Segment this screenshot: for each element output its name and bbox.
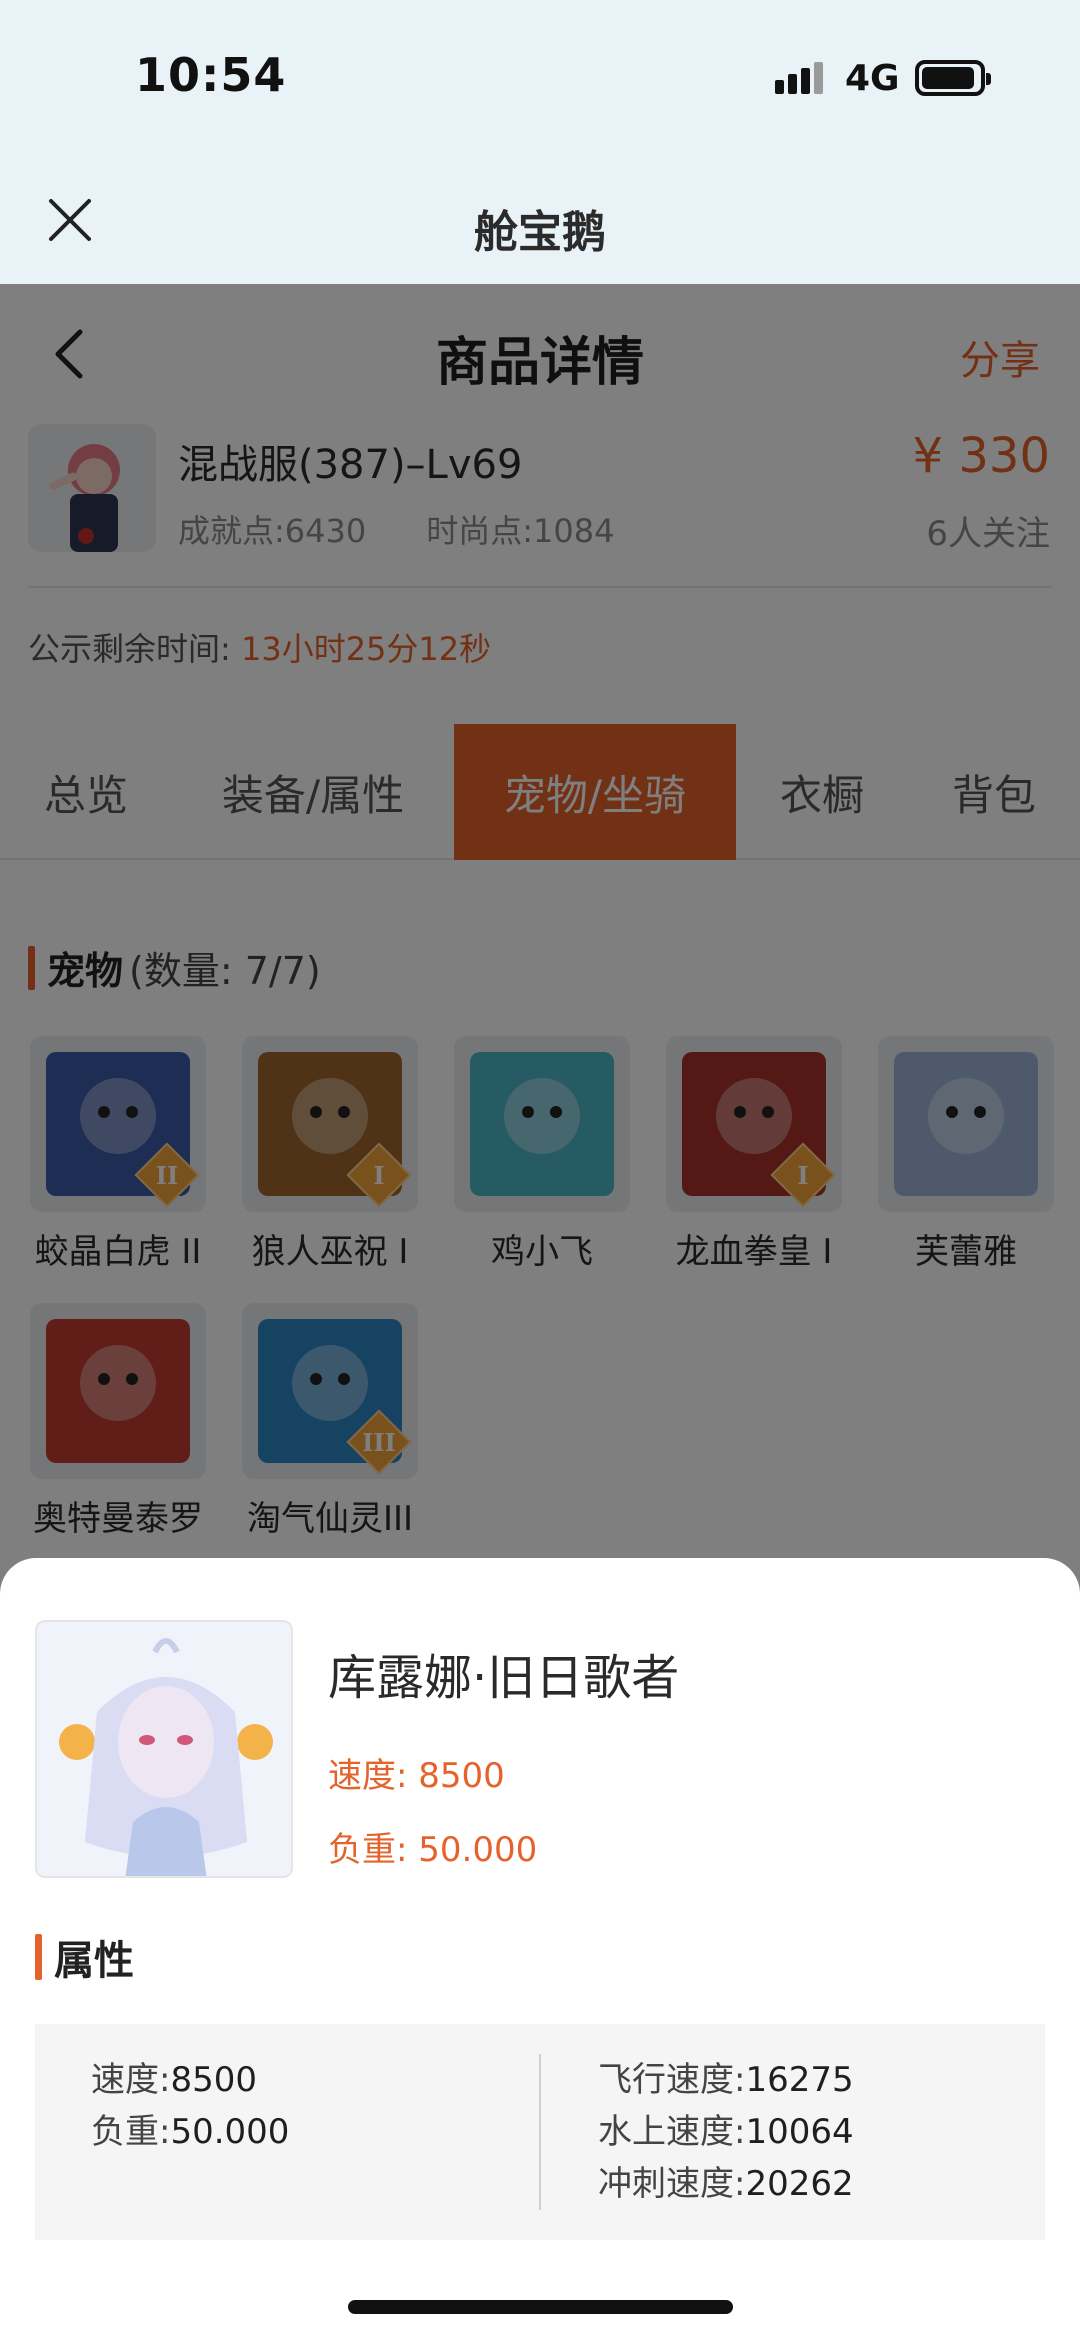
attr-label: 水上速度: — [598, 2112, 746, 2152]
section-accent — [35, 1934, 42, 1980]
attr-label: 冲刺速度: — [598, 2164, 746, 2204]
attributes-panel: 速度:8500 负重:50.000 飞行速度:16275 水上速度:10064 … — [35, 2024, 1045, 2240]
attr-value: 8500 — [170, 2060, 257, 2100]
attributes-header: 属性 — [35, 1928, 134, 1986]
pet-detail-sheet: 库露娜·旧日歌者 速度: 8500 负重: 50.000 属性 速度:8500 … — [0, 1558, 1080, 2341]
attr-label: 飞行速度: — [598, 2060, 746, 2100]
attr-row: 速度:8500 — [91, 2054, 289, 2106]
mount-name: 库露娜·旧日歌者 — [328, 1650, 680, 1706]
signal-icon — [775, 62, 823, 94]
attributes-divider — [539, 2054, 541, 2210]
attr-value: 50.000 — [170, 2112, 290, 2152]
attr-row: 飞行速度:16275 — [598, 2054, 854, 2106]
webview-header: 舱宝鹅 — [0, 160, 1080, 284]
attr-row: 水上速度:10064 — [598, 2106, 854, 2158]
status-bar: 10:54 4G — [0, 0, 1080, 160]
attr-label: 负重: — [91, 2112, 171, 2152]
mount-image — [35, 1620, 293, 1878]
home-indicator[interactable] — [348, 2300, 733, 2314]
webview-title: 舱宝鹅 — [474, 207, 606, 258]
attributes-left: 速度:8500 负重:50.000 — [91, 2054, 289, 2158]
attributes-right: 飞行速度:16275 水上速度:10064 冲刺速度:20262 — [598, 2054, 854, 2210]
mount-load: 负重: 50.000 — [328, 1830, 538, 1870]
attr-row: 冲刺速度:20262 — [598, 2158, 854, 2210]
attr-row: 负重:50.000 — [91, 2106, 289, 2158]
attr-value: 20262 — [745, 2164, 854, 2204]
attr-value: 16275 — [745, 2060, 854, 2100]
network-label: 4G — [845, 58, 900, 99]
mount-speed: 速度: 8500 — [328, 1756, 505, 1796]
attr-value: 10064 — [745, 2112, 854, 2152]
attributes-title: 属性 — [54, 1938, 134, 1984]
battery-icon — [915, 60, 991, 96]
status-time: 10:54 — [135, 48, 287, 102]
attr-label: 速度: — [91, 2060, 171, 2100]
